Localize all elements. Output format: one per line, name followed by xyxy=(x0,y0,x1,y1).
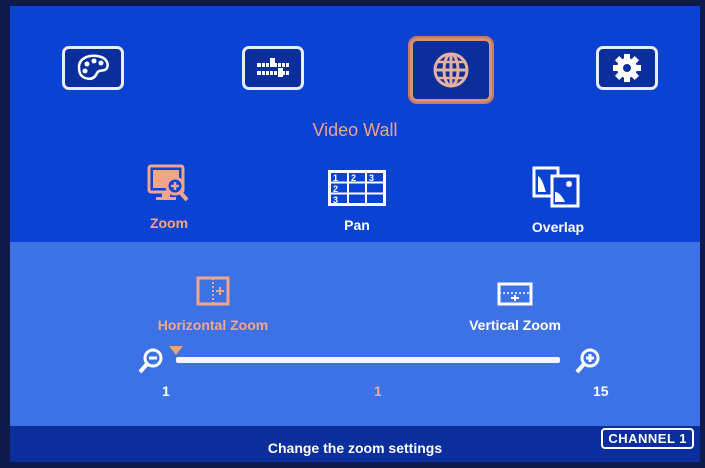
horizontal-zoom-option[interactable]: Horizontal Zoom xyxy=(138,276,288,333)
status-bar: Change the zoom settings CHANNEL 1 xyxy=(10,426,700,462)
zoom-screen-icon xyxy=(147,164,189,202)
status-message: Change the zoom settings xyxy=(267,440,443,456)
grid-cell-2: 2 xyxy=(351,173,356,183)
submenu-zoom[interactable]: Zoom xyxy=(136,164,202,231)
grid-cell-1: 1 xyxy=(333,173,338,183)
submenu-pan-label: Pan xyxy=(344,217,370,233)
sliders-icon[interactable] xyxy=(242,46,304,90)
globe-icon[interactable] xyxy=(408,36,494,104)
grid-cell-4: 2 xyxy=(333,184,338,194)
zoom-settings-panel: Horizontal Zoom Vertical Zoom 1 1 15 xyxy=(10,242,700,426)
overlap-images-icon xyxy=(532,166,580,208)
grid-icon: 1 2 3 2 3 xyxy=(328,170,386,206)
slider-min-label: 1 xyxy=(162,383,170,399)
submenu-overlap-label: Overlap xyxy=(531,219,585,235)
channel-badge: CHANNEL 1 xyxy=(601,428,694,449)
horizontal-zoom-icon xyxy=(196,276,230,306)
vertical-zoom-label: Vertical Zoom xyxy=(469,317,561,333)
zoom-slider-track[interactable] xyxy=(176,357,560,363)
grid-cell-3: 3 xyxy=(369,173,374,183)
vertical-zoom-icon xyxy=(497,282,533,306)
zoom-in-icon[interactable] xyxy=(575,348,601,379)
palette-icon[interactable] xyxy=(62,46,124,90)
zoom-out-icon[interactable] xyxy=(138,348,164,379)
slider-position-marker[interactable] xyxy=(169,346,183,355)
section-title: Video Wall xyxy=(312,120,398,140)
horizontal-zoom-label: Horizontal Zoom xyxy=(157,317,269,333)
gear-icon[interactable] xyxy=(596,46,658,90)
slider-max-label: 15 xyxy=(593,383,609,399)
submenu-zoom-label: Zoom xyxy=(149,215,189,231)
vertical-zoom-option[interactable]: Vertical Zoom xyxy=(440,282,590,333)
osd-menu-screen: Video Wall Zoom 1 2 3 2 3 Pan Overlap Ho… xyxy=(10,6,700,462)
submenu-pan[interactable]: 1 2 3 2 3 Pan xyxy=(324,170,390,233)
grid-cell-5: 3 xyxy=(333,195,338,205)
submenu-overlap[interactable]: Overlap xyxy=(516,166,600,235)
slider-current-value: 1 xyxy=(374,383,382,399)
